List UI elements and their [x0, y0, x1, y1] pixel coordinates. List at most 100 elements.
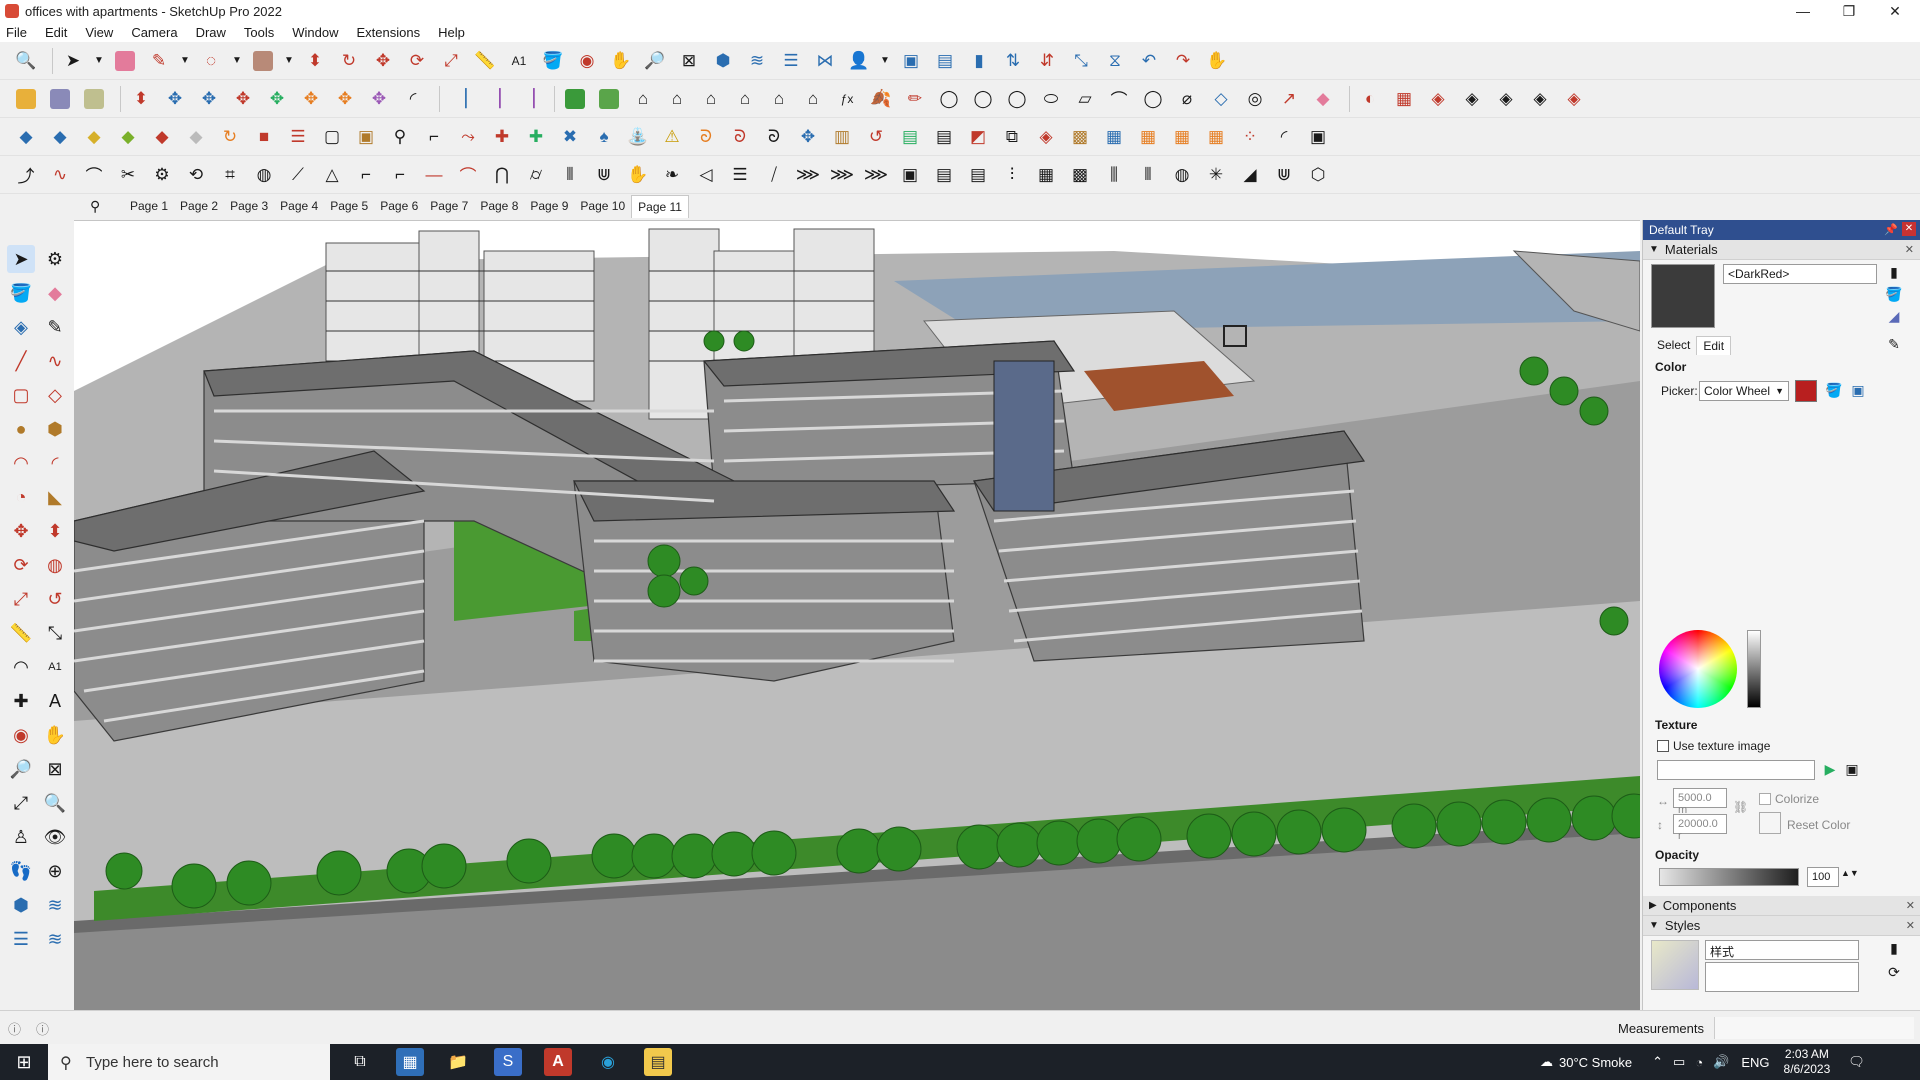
corner-2-icon[interactable]: ⌐ [386, 161, 414, 189]
menu-window[interactable]: Window [292, 25, 338, 40]
pattern-icon[interactable]: ▩ [1066, 123, 1094, 151]
color-well[interactable] [1795, 380, 1817, 402]
file-explorer-icon[interactable]: 📁 [444, 1048, 472, 1076]
chevron-up-icon[interactable]: ⌃ [1652, 1054, 1663, 1070]
section-plane-icon[interactable]: ⊕ [41, 857, 69, 885]
spiral-2-icon[interactable]: ᘐ [726, 123, 754, 151]
columns-icon[interactable]: ⫼ [1100, 161, 1128, 189]
arc-dot-icon[interactable]: ◜ [1270, 123, 1298, 151]
create-style-icon[interactable]: ▮ [1885, 940, 1903, 958]
rotate-orange-icon[interactable]: ↻ [216, 123, 244, 151]
tab-page-10[interactable]: Page 10 [574, 195, 631, 217]
fx-icon[interactable]: ƒx [833, 85, 861, 113]
weather-text[interactable]: 30°C Smoke [1559, 1055, 1632, 1070]
user-account-icon[interactable]: 👤 [845, 47, 873, 75]
orbit-icon[interactable]: ◉ [573, 47, 601, 75]
tile-blue-icon[interactable]: ◆ [46, 123, 74, 151]
section-display-icon[interactable]: ⧖ [1101, 47, 1129, 75]
language-indicator[interactable]: ENG [1741, 1055, 1769, 1070]
grid-orange-3-icon[interactable]: ▦ [1202, 123, 1230, 151]
tag-icon[interactable]: ◈ [1032, 123, 1060, 151]
network-icon[interactable]: ▭ [1673, 1054, 1685, 1070]
undo-icon[interactable]: ↶ [1135, 47, 1163, 75]
shape-10-icon[interactable]: ◎ [1241, 85, 1269, 113]
axis-f-icon[interactable]: ✥ [365, 85, 393, 113]
cylinder-icon[interactable]: ⌭ [522, 161, 550, 189]
solid-tools-2-icon[interactable]: ◈ [1458, 85, 1486, 113]
freehand-icon[interactable]: ◌ [197, 47, 225, 75]
walk-icon[interactable]: 👣 [7, 857, 35, 885]
wand-icon[interactable]: ⚲ [386, 123, 414, 151]
stripes-icon[interactable]: ▤ [930, 161, 958, 189]
warning-icon[interactable]: ⚠ [658, 123, 686, 151]
globe-icon[interactable]: ◍ [1168, 161, 1196, 189]
look-around-icon[interactable]: 👁 [41, 823, 69, 851]
close-icon[interactable]: ✕ [1905, 243, 1914, 256]
stack-3-icon[interactable]: ▤ [964, 161, 992, 189]
scale-icon[interactable]: ⤢ [437, 47, 465, 75]
follow-me-icon[interactable]: ◍ [41, 551, 69, 579]
tab-page-3[interactable]: Page 3 [224, 195, 274, 217]
close-icon[interactable]: ✕ [1906, 919, 1915, 932]
cone-icon[interactable]: △ [318, 161, 346, 189]
previous-view-icon[interactable]: 🔍 [41, 789, 69, 817]
calculator-icon[interactable]: ▦ [396, 1048, 424, 1076]
shape-8-icon[interactable]: ⌀ [1173, 85, 1201, 113]
opacity-slider[interactable] [1659, 868, 1799, 886]
move-blue-icon[interactable]: ✥ [794, 123, 822, 151]
axes-icon[interactable]: ✚ [7, 687, 35, 715]
box-orange-icon[interactable]: ▣ [352, 123, 380, 151]
tab-select[interactable]: Select [1651, 336, 1696, 355]
hand-fill-icon[interactable]: ✋ [624, 161, 652, 189]
search-icon[interactable]: ⚲ [90, 198, 106, 214]
component-icon[interactable] [12, 85, 40, 113]
window-icon[interactable]: ▦ [1100, 123, 1128, 151]
line-purple-icon[interactable]: ▕ [480, 85, 508, 113]
tape-icon[interactable]: ✎ [41, 313, 69, 341]
leaf-icon[interactable]: 🍂 [867, 85, 895, 113]
zoom-extents-icon[interactable]: 🔍 [12, 47, 40, 75]
push-pull-icon[interactable]: ⬍ [41, 517, 69, 545]
solid-icon[interactable] [80, 85, 108, 113]
fillet-icon[interactable]: ◐ [1356, 85, 1384, 113]
copy-icon[interactable]: ⧉ [998, 123, 1026, 151]
axis-e-icon[interactable]: ✥ [331, 85, 359, 113]
cross-blue-icon[interactable]: ✖ [556, 123, 584, 151]
sticky-notes-icon[interactable]: ▤ [644, 1048, 672, 1076]
grid-dark-2-icon[interactable]: ▩ [1066, 161, 1094, 189]
paint-icon[interactable]: 🪣 [1885, 286, 1903, 304]
text-icon[interactable]: A1 [41, 653, 69, 681]
shape-2-icon[interactable]: ◯ [969, 85, 997, 113]
page-icon[interactable]: ▢ [318, 123, 346, 151]
fountain-icon[interactable]: ⛲ [624, 123, 652, 151]
sort-down-icon[interactable]: ⇵ [1033, 47, 1061, 75]
orbit-icon[interactable]: ◉ [7, 721, 35, 749]
solid-tools-5-icon[interactable]: ◈ [1560, 85, 1588, 113]
skew-icon[interactable]: ⟋ [284, 161, 312, 189]
pie-icon[interactable]: ◔ [7, 483, 35, 511]
menu-tools[interactable]: Tools [244, 25, 274, 40]
tree-icon[interactable]: ♠ [590, 123, 618, 151]
text-icon[interactable]: A1 [505, 47, 533, 75]
brightness-slider[interactable] [1747, 630, 1761, 708]
tab-page-8[interactable]: Page 8 [474, 195, 524, 217]
bars-icon[interactable]: ⫴ [1134, 161, 1162, 189]
shape-1-icon[interactable]: ◯ [935, 85, 963, 113]
line-icon[interactable]: ╱ [7, 347, 35, 375]
offset-icon[interactable]: ↺ [41, 585, 69, 613]
texture-width-field[interactable]: 5000.0 m [1673, 788, 1727, 816]
3d-text-icon[interactable]: A [41, 687, 69, 715]
menu-extensions[interactable]: Extensions [357, 25, 421, 40]
tab-page-4[interactable]: Page 4 [274, 195, 324, 217]
cut-icon[interactable]: ✂ [114, 161, 142, 189]
rotated-rectangle-icon[interactable]: ◇ [41, 381, 69, 409]
zoom-icon[interactable]: 🔎 [7, 755, 35, 783]
tile-red-icon[interactable]: ◆ [148, 123, 176, 151]
chain-link-icon[interactable]: ⛓ [1733, 800, 1748, 814]
shape-3-icon[interactable]: ◯ [1003, 85, 1031, 113]
loop-tool-icon[interactable]: ⟲ [182, 161, 210, 189]
reset-color-swatch[interactable] [1759, 812, 1781, 834]
dash-icon[interactable]: — [420, 161, 448, 189]
shape-9-icon[interactable]: ◇ [1207, 85, 1235, 113]
wifi-icon[interactable]: ◔ [1695, 1055, 1703, 1070]
